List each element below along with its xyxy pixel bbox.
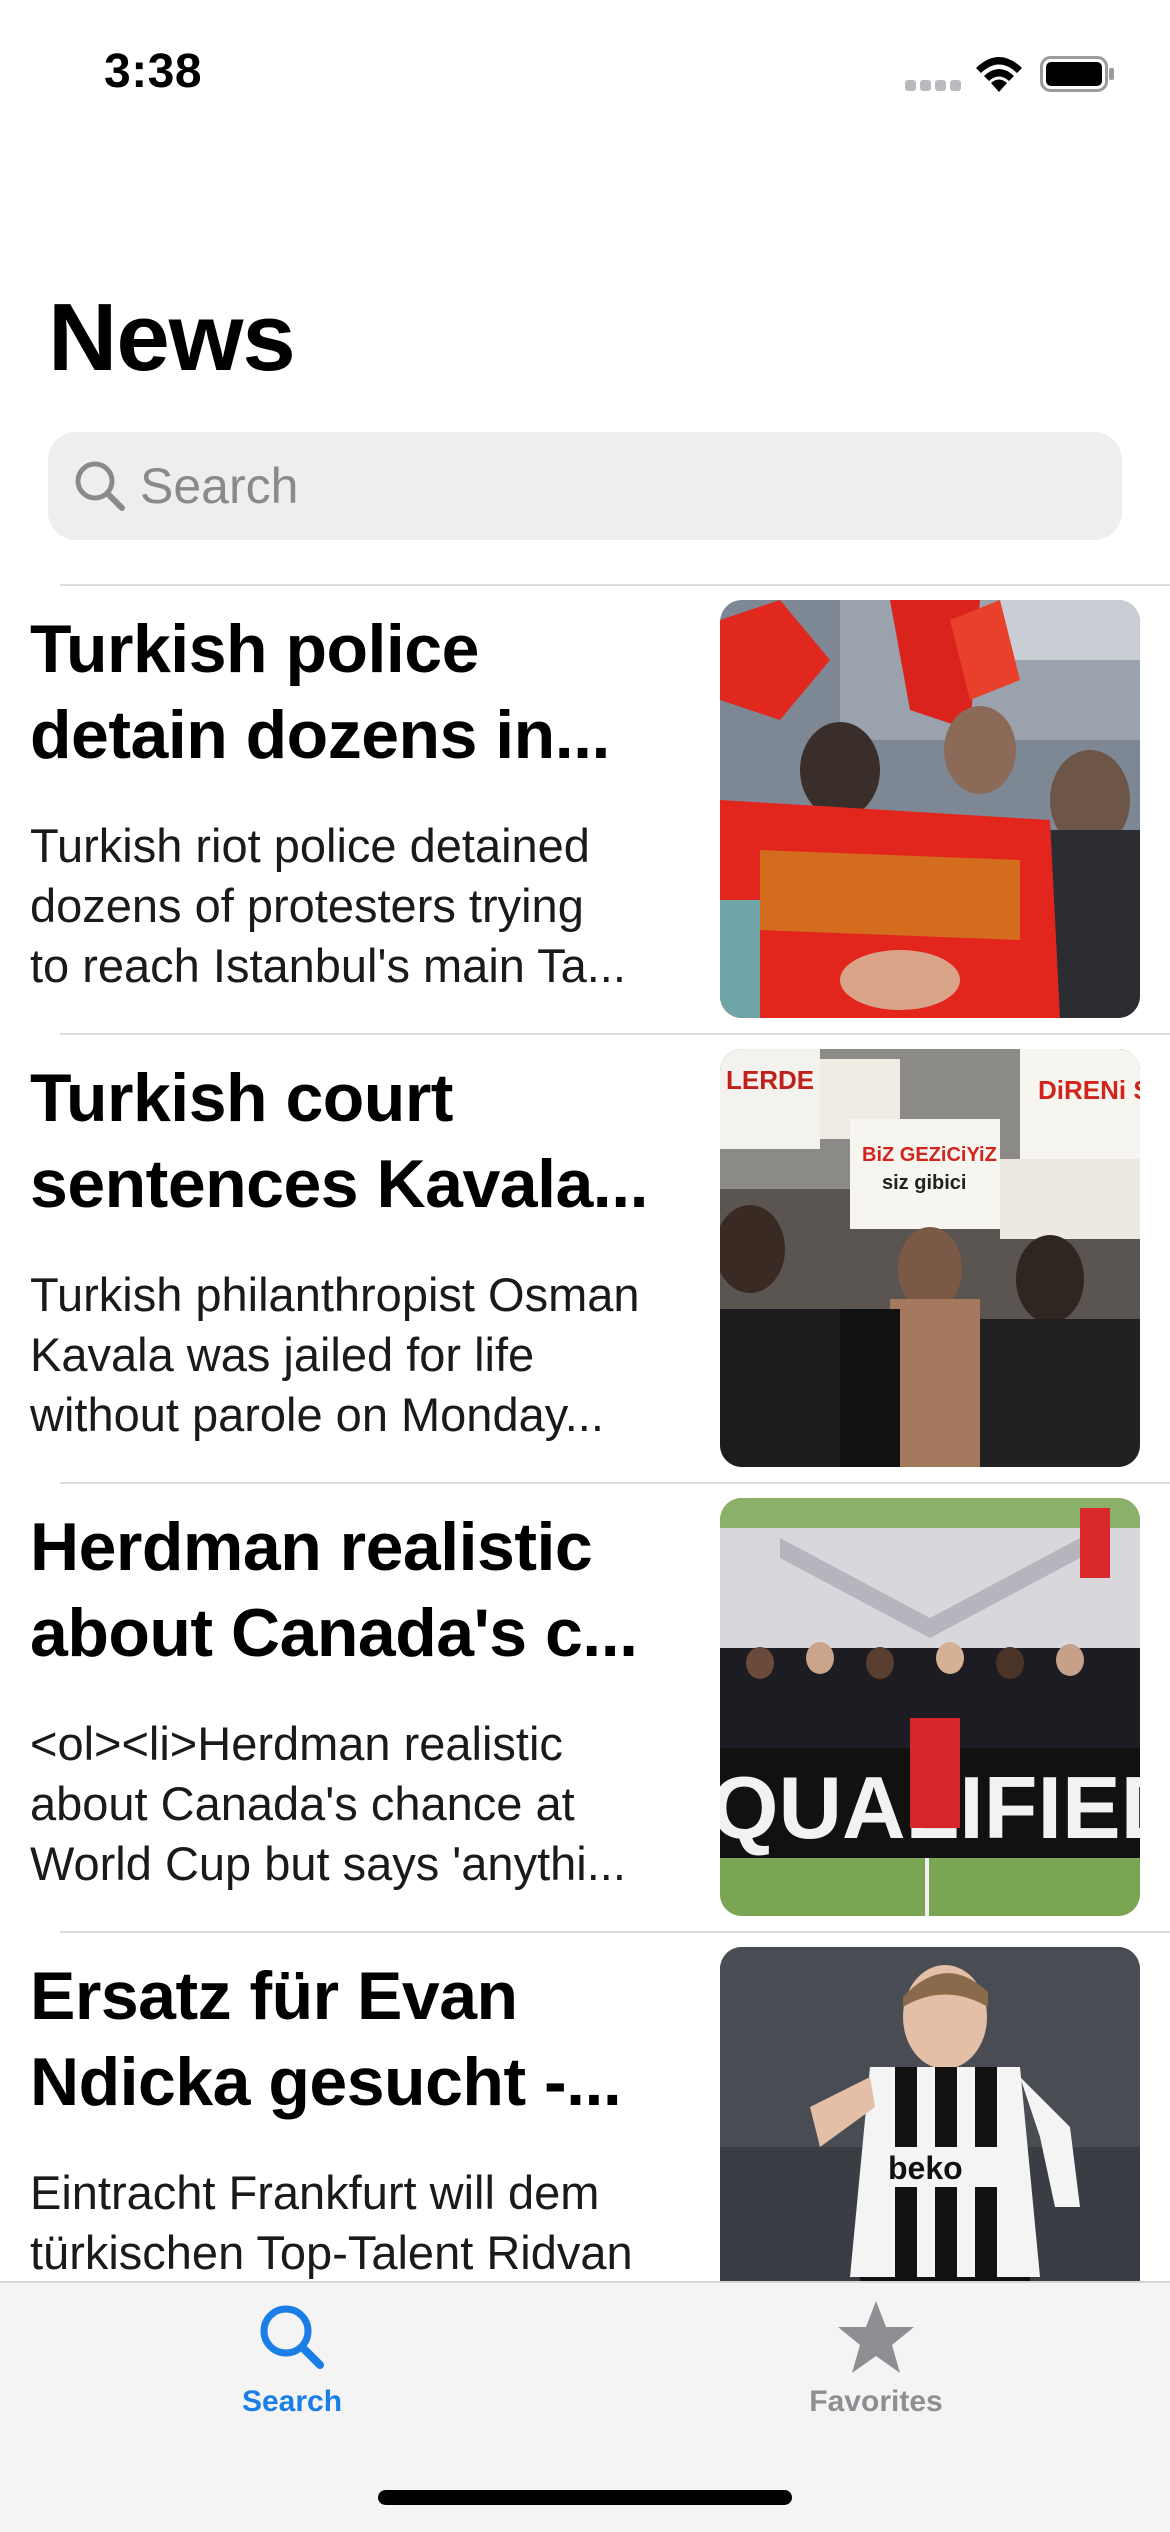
- page-title: News: [48, 284, 296, 391]
- article-thumbnail: LERDE YOR! BiZ GEZiCiYiZ siz gibici DiRE…: [720, 1049, 1140, 1467]
- svg-text:beko: beko: [888, 2150, 963, 2186]
- star-icon: [838, 2301, 914, 2373]
- article-description: Turkish riot police detained dozens of p…: [30, 819, 626, 992]
- search-input[interactable]: [140, 432, 1100, 540]
- home-indicator: [378, 2490, 792, 2505]
- svg-text:BiZ GEZiCiYiZ: BiZ GEZiCiYiZ: [862, 1144, 997, 1166]
- article-row[interactable]: Turkish police detain dozens in... Turki…: [0, 584, 1170, 1034]
- divider: [60, 1931, 1170, 1933]
- divider: [60, 584, 1170, 586]
- svg-text:siz gibici: siz gibici: [882, 1172, 966, 1194]
- article-row[interactable]: Herdman realistic about Canada's c... <o…: [0, 1482, 1170, 1932]
- battery-icon: [1040, 56, 1114, 92]
- cellular-signal-icon: [905, 80, 961, 94]
- tab-bar: Search Favorites: [0, 2281, 1170, 2532]
- article-title: Herdman realistic about Canada's c...: [30, 1509, 638, 1671]
- article-description: Eintracht Frankfurt will dem türkischen …: [30, 2166, 633, 2279]
- article-description: <ol><li>Herdman realistic about Canada's…: [30, 1717, 626, 1890]
- article-row[interactable]: Turkish court sentences Kavala... Turkis…: [0, 1033, 1170, 1483]
- article-title: Turkish police detain dozens in...: [30, 611, 610, 773]
- tab-search[interactable]: Search: [142, 2297, 442, 2447]
- article-title: Ersatz für Evan Ndicka gesucht -...: [30, 1958, 622, 2120]
- svg-text:DiRENi SÜRÜ: DiRENi SÜRÜ: [1038, 1075, 1140, 1105]
- search-bar[interactable]: [48, 432, 1122, 540]
- tab-favorites[interactable]: Favorites: [726, 2297, 1026, 2447]
- tab-label: Favorites: [809, 2385, 943, 2418]
- divider: [60, 1482, 1170, 1484]
- article-title: Turkish court sentences Kavala...: [30, 1060, 648, 1222]
- magnifying-glass-icon: [75, 461, 125, 511]
- search-icon: [260, 2305, 324, 2369]
- status-time: 3:38: [104, 45, 203, 98]
- article-description: Turkish philanthropist Osman Kavala was …: [30, 1268, 640, 1441]
- tab-label: Search: [241, 2385, 343, 2418]
- wifi-icon: [976, 57, 1022, 92]
- status-bar: 3:38: [0, 0, 1170, 150]
- article-thumbnail: [720, 600, 1140, 1018]
- article-thumbnail: QUALIFIED: [720, 1498, 1140, 1916]
- divider: [60, 1033, 1170, 1035]
